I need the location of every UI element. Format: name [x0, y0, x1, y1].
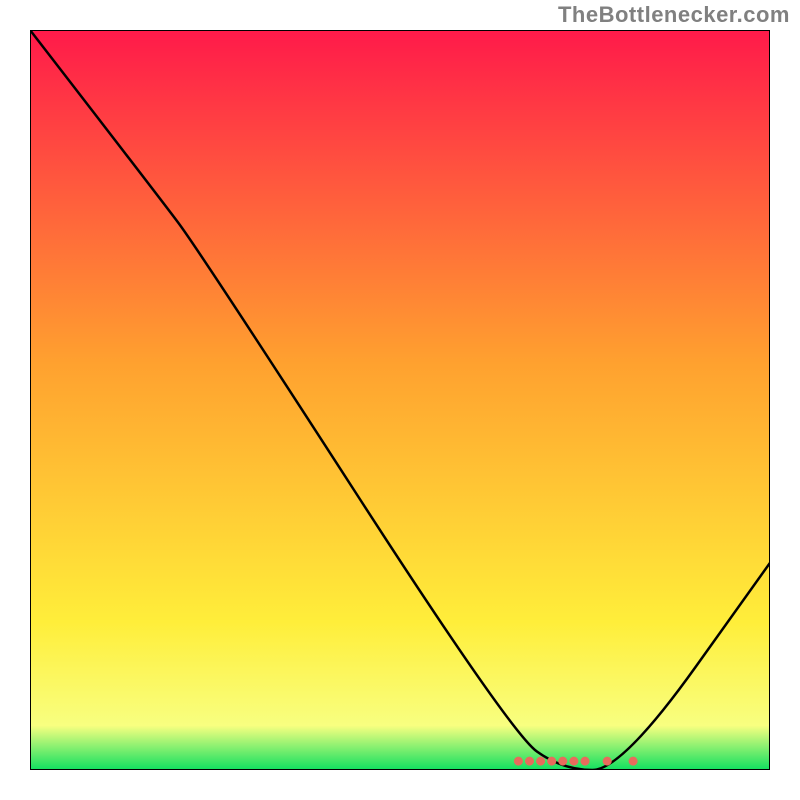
chart-marker: [558, 757, 567, 766]
chart-marker: [581, 757, 590, 766]
chart-background: [30, 30, 770, 770]
bottleneck-chart: [30, 30, 770, 770]
chart-svg: [30, 30, 770, 770]
chart-marker: [569, 757, 578, 766]
chart-marker: [629, 757, 638, 766]
chart-marker: [603, 757, 612, 766]
watermark-label: TheBottlenecker.com: [558, 2, 790, 28]
chart-marker: [536, 757, 545, 766]
chart-root: { "watermark": "TheBottlenecker.com", "c…: [0, 0, 800, 800]
chart-marker: [547, 757, 556, 766]
chart-marker: [514, 757, 523, 766]
chart-marker: [525, 757, 534, 766]
